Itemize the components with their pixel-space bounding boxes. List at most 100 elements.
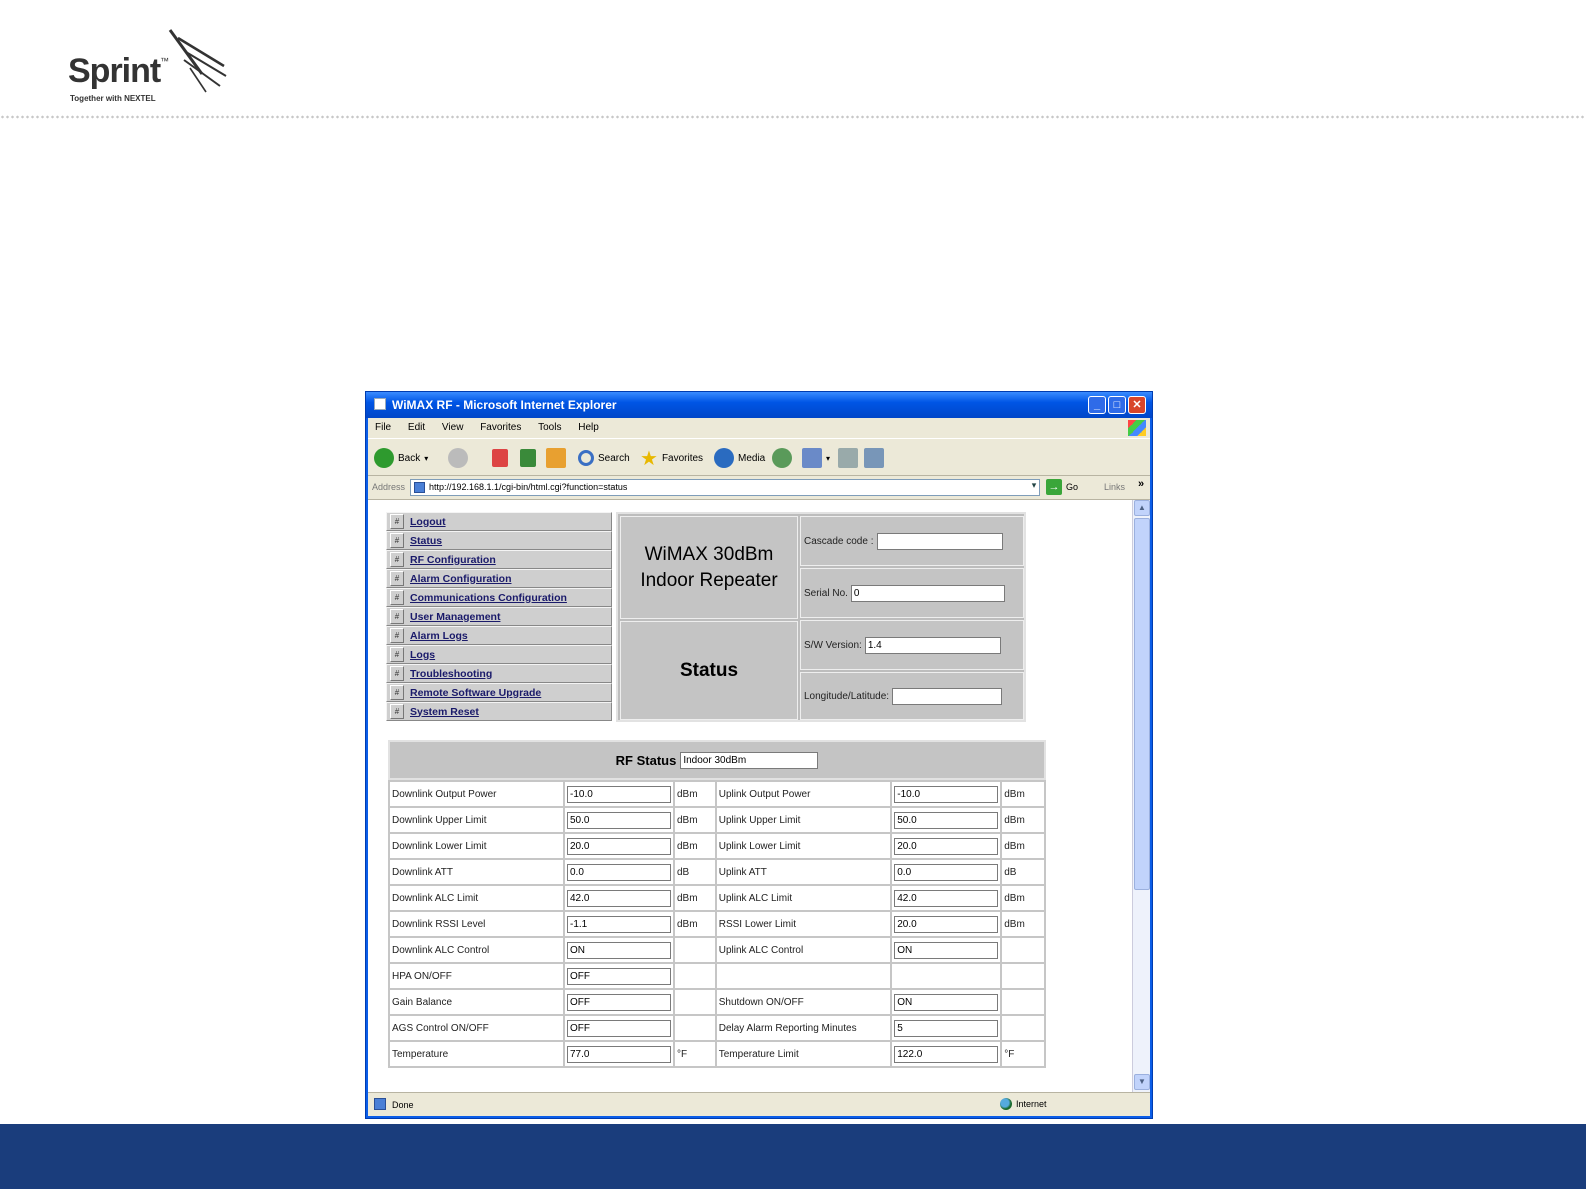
- search-button[interactable]: Search: [578, 447, 630, 469]
- uplink-value-field[interactable]: [894, 811, 999, 829]
- uplink-unit: dBm: [1000, 806, 1046, 834]
- scrollbar-thumb[interactable]: [1134, 518, 1150, 890]
- nav-item-troubleshooting[interactable]: # Troubleshooting: [386, 664, 612, 683]
- nav-item-logs[interactable]: # Logs: [386, 645, 612, 664]
- longitude-latitude-field[interactable]: [892, 687, 1003, 705]
- uplink-value-field[interactable]: [894, 785, 999, 803]
- longitude-latitude-row: Longitude/Latitude:: [800, 672, 1024, 720]
- sw-version-row: S/W Version:: [800, 620, 1024, 670]
- dotted-divider: [0, 115, 1586, 119]
- home-button[interactable]: [546, 447, 566, 469]
- footer-bar: [0, 1124, 1586, 1189]
- downlink-value: [562, 858, 675, 886]
- bullet-icon: #: [390, 666, 404, 681]
- uplink-unit: °F: [1000, 1040, 1046, 1068]
- uplink-unit: dB: [1000, 858, 1046, 886]
- back-button[interactable]: Back ▾: [374, 447, 428, 469]
- uplink-value-field[interactable]: [894, 1019, 999, 1037]
- downlink-value: [562, 884, 675, 912]
- forward-button[interactable]: [448, 447, 468, 469]
- chevron-right-icon[interactable]: »: [1138, 478, 1144, 490]
- maximize-button[interactable]: □: [1108, 396, 1126, 414]
- uplink-value-field[interactable]: [894, 1045, 999, 1063]
- uplink-value: [890, 780, 1003, 808]
- uplink-label: Uplink ALC Limit: [714, 884, 893, 912]
- downlink-value-field[interactable]: [566, 993, 671, 1011]
- scroll-down-icon[interactable]: ▼: [1134, 1074, 1150, 1090]
- history-button[interactable]: [772, 447, 792, 469]
- uplink-value-field[interactable]: [894, 889, 999, 907]
- nav-item-system-reset[interactable]: # System Reset: [386, 702, 612, 721]
- nav-item-rf-configuration[interactable]: # RF Configuration: [386, 550, 612, 569]
- links-label[interactable]: Links: [1104, 482, 1125, 492]
- downlink-label: Downlink Output Power: [388, 780, 565, 808]
- nav-item-status[interactable]: # Status: [386, 531, 612, 550]
- downlink-value-field[interactable]: [566, 785, 671, 803]
- uplink-value-field[interactable]: [894, 915, 999, 933]
- mail-button[interactable]: ▾: [802, 447, 830, 469]
- nav-item-user-management[interactable]: # User Management: [386, 607, 612, 626]
- chevron-down-icon: ▾: [826, 453, 831, 463]
- downlink-label: Downlink RSSI Level: [388, 910, 565, 938]
- serial-no-field[interactable]: [850, 584, 1005, 602]
- menu-tools[interactable]: Tools: [531, 418, 568, 433]
- downlink-label: Downlink ALC Limit: [388, 884, 565, 912]
- edit-button[interactable]: [864, 447, 884, 469]
- minimize-button[interactable]: _: [1088, 396, 1106, 414]
- downlink-unit: dBm: [672, 884, 717, 912]
- table-row: Downlink ALC LimitdBmUplink ALC LimitdBm: [388, 884, 1046, 912]
- menu-file[interactable]: File: [368, 418, 398, 433]
- menu-favorites[interactable]: Favorites: [473, 418, 528, 433]
- uplink-value-field[interactable]: [894, 993, 999, 1011]
- favorites-button[interactable]: ★ Favorites: [640, 447, 703, 470]
- ie-page-icon: [374, 398, 386, 410]
- downlink-label: HPA ON/OFF: [388, 962, 565, 990]
- stop-button[interactable]: [492, 447, 508, 469]
- cascade-code-field[interactable]: [876, 532, 1003, 550]
- rf-type-field[interactable]: [680, 751, 819, 769]
- downlink-value-field[interactable]: [566, 811, 671, 829]
- uplink-value: [890, 1014, 1003, 1042]
- nav-item-alarm-logs[interactable]: # Alarm Logs: [386, 626, 612, 645]
- menu-help[interactable]: Help: [571, 418, 606, 433]
- device-header: WiMAX 30dBm Indoor Repeater Status Cascad…: [616, 512, 1026, 722]
- vertical-scrollbar[interactable]: ▲ ▼: [1132, 500, 1150, 1092]
- nav-item-communications-configuration[interactable]: # Communications Configuration: [386, 588, 612, 607]
- uplink-value-field[interactable]: [894, 941, 999, 959]
- menu-edit[interactable]: Edit: [401, 418, 432, 433]
- downlink-value-field[interactable]: [566, 1019, 671, 1037]
- uplink-value-field[interactable]: [894, 837, 999, 855]
- address-dropdown-icon[interactable]: ▾: [1028, 480, 1040, 495]
- globe-icon: [1000, 1098, 1012, 1110]
- uplink-value: [890, 962, 1003, 990]
- nav-item-alarm-configuration[interactable]: # Alarm Configuration: [386, 569, 612, 588]
- downlink-value-field[interactable]: [566, 889, 671, 907]
- uplink-label: Uplink Output Power: [714, 780, 893, 808]
- table-row: Downlink Lower LimitdBmUplink Lower Limi…: [388, 832, 1046, 860]
- go-button[interactable]: → Go: [1046, 479, 1078, 495]
- downlink-value-field[interactable]: [566, 967, 671, 985]
- refresh-button[interactable]: [520, 447, 536, 469]
- presentation-slide: Sprint ™ Together with NEXTEL WiMAX RF -…: [0, 0, 1586, 1189]
- uplink-value: [890, 884, 1003, 912]
- uplink-label: Temperature Limit: [714, 1040, 893, 1068]
- page-icon: [414, 482, 425, 493]
- nav-menu: # Logout # Status # RF Configuration # Alarm…: [386, 512, 612, 721]
- address-field[interactable]: http://192.168.1.1/cgi-bin/html.cgi?func…: [410, 479, 1040, 496]
- menu-view[interactable]: View: [435, 418, 471, 433]
- downlink-value-field[interactable]: [566, 1045, 671, 1063]
- downlink-value-field[interactable]: [566, 837, 671, 855]
- print-button[interactable]: [838, 447, 858, 469]
- downlink-value-field[interactable]: [566, 863, 671, 881]
- downlink-unit: [672, 988, 717, 1016]
- sw-version-field[interactable]: [864, 636, 1001, 654]
- nav-item-remote-software-upgrade[interactable]: # Remote Software Upgrade: [386, 683, 612, 702]
- downlink-value-field[interactable]: [566, 941, 671, 959]
- close-button[interactable]: ✕: [1128, 396, 1146, 414]
- uplink-value-field[interactable]: [894, 863, 999, 881]
- downlink-value-field[interactable]: [566, 915, 671, 933]
- scroll-up-icon[interactable]: ▲: [1134, 500, 1150, 516]
- nav-item-logout[interactable]: # Logout: [386, 512, 612, 531]
- menu-bar: File Edit View Favorites Tools Help: [368, 418, 1150, 438]
- media-button[interactable]: Media: [714, 447, 765, 469]
